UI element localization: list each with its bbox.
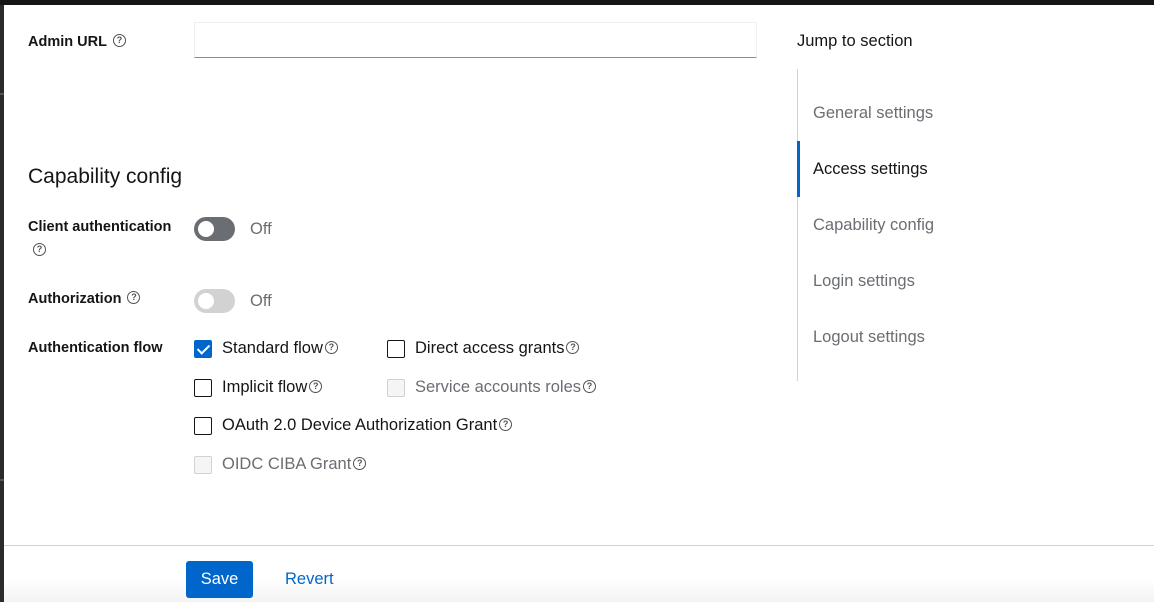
switch-knob bbox=[198, 221, 214, 237]
jump-item-logout-settings[interactable]: Logout settings bbox=[813, 328, 925, 347]
admin-url-label: Admin URL? bbox=[28, 33, 126, 51]
help-icon[interactable]: ? bbox=[499, 418, 513, 431]
authorization-label: Authorization? bbox=[28, 290, 141, 308]
client-authentication-state: Off bbox=[250, 220, 272, 238]
switch-knob bbox=[198, 293, 214, 309]
oidc-ciba-grant-label: OIDC CIBA Grant bbox=[222, 455, 352, 473]
help-icon[interactable]: ? bbox=[127, 290, 141, 304]
oidc-ciba-grant-checkbox bbox=[194, 455, 212, 474]
left-edge-mark bbox=[0, 479, 4, 481]
service-accounts-roles-checkbox bbox=[387, 378, 405, 397]
client-authentication-label: Client authentication bbox=[28, 218, 171, 236]
jump-item-access-settings[interactable]: Access settings bbox=[813, 160, 928, 179]
help-icon[interactable]: ? bbox=[112, 33, 126, 47]
help-icon[interactable]: ? bbox=[353, 457, 367, 470]
jump-active-indicator bbox=[797, 141, 800, 197]
help-icon[interactable]: ? bbox=[566, 341, 580, 354]
top-bar bbox=[0, 0, 1154, 5]
client-authentication-switch[interactable] bbox=[194, 217, 235, 241]
standard-flow-option[interactable]: Standard flow? bbox=[194, 339, 338, 358]
jump-item-login-settings[interactable]: Login settings bbox=[813, 272, 915, 291]
jump-to-section-title: Jump to section bbox=[797, 32, 913, 50]
jump-item-capability-config[interactable]: Capability config bbox=[813, 216, 934, 235]
authentication-flow-label-text: Authentication flow bbox=[28, 340, 163, 356]
direct-access-grants-option[interactable]: Direct access grants? bbox=[387, 339, 580, 358]
left-edge-mark bbox=[0, 93, 4, 95]
oauth-device-grant-label: OAuth 2.0 Device Authorization Grant bbox=[222, 416, 498, 434]
implicit-flow-label: Implicit flow bbox=[222, 378, 308, 396]
direct-access-grants-checkbox[interactable] bbox=[387, 339, 405, 358]
oidc-ciba-grant-option: OIDC CIBA Grant? bbox=[194, 455, 367, 474]
authorization-switch bbox=[194, 289, 235, 313]
standard-flow-label: Standard flow bbox=[222, 339, 323, 357]
footer-bar bbox=[4, 546, 1154, 602]
revert-button[interactable]: Revert bbox=[285, 570, 334, 589]
footer-divider bbox=[4, 545, 1154, 546]
authorization-label-text: Authorization bbox=[28, 291, 122, 307]
service-accounts-roles-label: Service accounts roles bbox=[415, 378, 581, 396]
save-button[interactable]: Save bbox=[186, 561, 253, 598]
authentication-flow-label: Authentication flow bbox=[28, 339, 163, 357]
oauth-device-grant-option[interactable]: OAuth 2.0 Device Authorization Grant? bbox=[194, 416, 513, 435]
help-icon[interactable]: ? bbox=[309, 380, 323, 393]
authorization-state: Off bbox=[250, 292, 272, 310]
jump-nav-track bbox=[797, 69, 798, 381]
admin-url-label-text: Admin URL bbox=[28, 34, 107, 50]
help-icon[interactable]: ? bbox=[33, 243, 46, 256]
admin-url-input[interactable] bbox=[194, 22, 757, 58]
implicit-flow-option[interactable]: Implicit flow? bbox=[194, 378, 323, 397]
client-authentication-label-text: Client authentication bbox=[28, 219, 172, 235]
direct-access-grants-label: Direct access grants bbox=[415, 339, 565, 357]
standard-flow-checkbox[interactable] bbox=[194, 339, 212, 358]
jump-item-general-settings[interactable]: General settings bbox=[813, 104, 933, 123]
oauth-device-grant-checkbox[interactable] bbox=[194, 416, 212, 435]
service-accounts-roles-option: Service accounts roles? bbox=[387, 378, 596, 397]
help-icon[interactable]: ? bbox=[324, 341, 338, 354]
help-icon[interactable]: ? bbox=[583, 380, 596, 393]
section-title-capability-config: Capability config bbox=[28, 165, 183, 188]
implicit-flow-checkbox[interactable] bbox=[194, 378, 212, 397]
